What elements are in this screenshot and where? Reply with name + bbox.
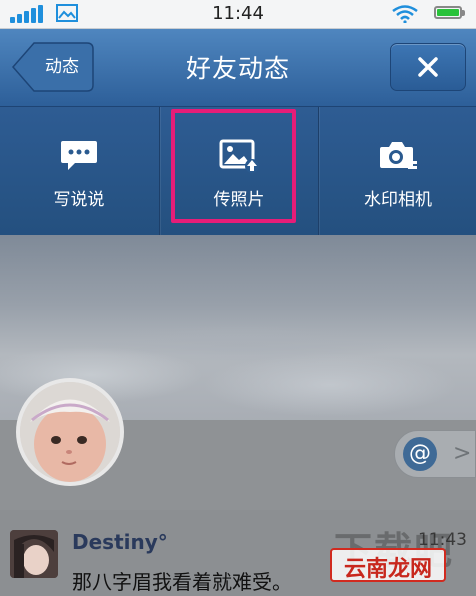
chat-bubble-icon: [61, 141, 97, 170]
feed-author-avatar[interactable]: [10, 530, 58, 578]
feed-text: 那八字眉我看着就难受。: [72, 570, 292, 594]
write-status-button[interactable]: 写说说: [0, 107, 158, 235]
watermark-badge: 云南龙网: [330, 548, 446, 582]
watermark-camera-button[interactable]: 水印相机: [319, 107, 476, 235]
at-icon: @: [403, 437, 437, 471]
author-avatar-image: [10, 530, 58, 578]
close-icon: [418, 57, 438, 77]
watermark-camera-label: 水印相机: [364, 190, 432, 210]
watermark-text: 云南龙网: [343, 557, 432, 582]
status-bar: 11:44: [0, 0, 476, 29]
chevron-right-icon: >: [453, 441, 472, 466]
feed-author-name[interactable]: Destiny°: [72, 530, 168, 554]
mention-button[interactable]: @ >: [394, 430, 476, 478]
nav-bar: 动态 好友动态: [0, 29, 476, 107]
close-button[interactable]: [390, 43, 466, 91]
camera-icon: [380, 142, 417, 169]
avatar[interactable]: [16, 378, 124, 486]
site-watermark: 下载吧 云南龙网: [330, 520, 476, 596]
wifi-icon: [392, 5, 418, 23]
battery-icon: [434, 6, 465, 19]
highlight-box: [171, 109, 296, 223]
baby-avatar-image: [20, 382, 120, 482]
write-status-label: 写说说: [53, 190, 105, 210]
